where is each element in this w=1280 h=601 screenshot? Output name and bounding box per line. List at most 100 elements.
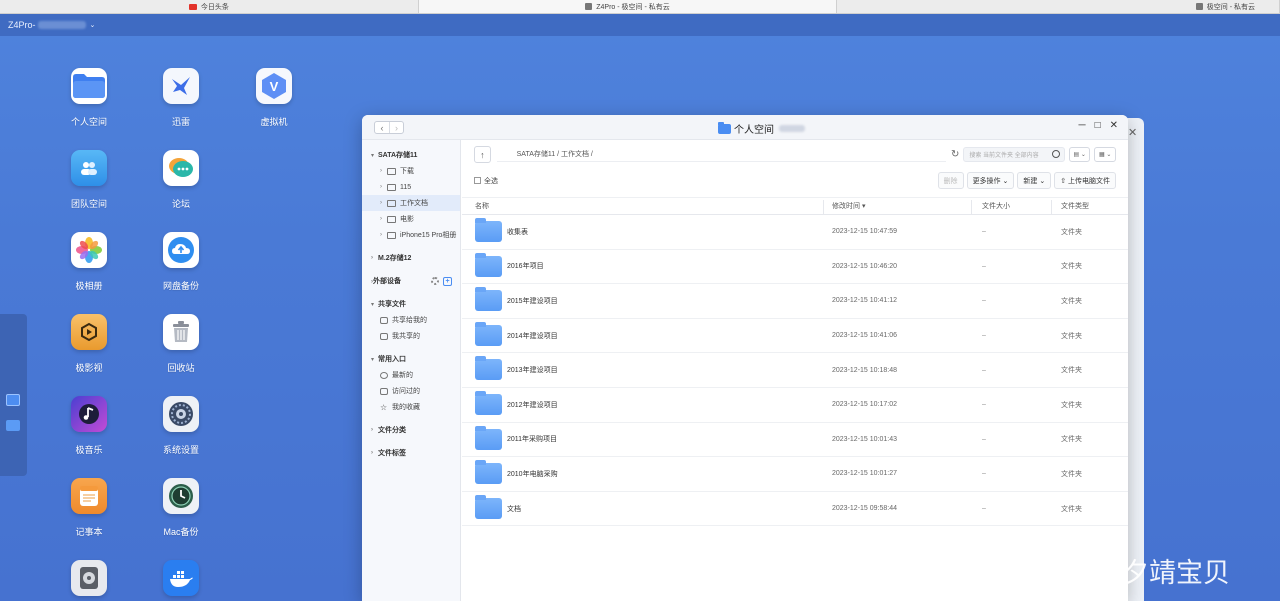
- sidebar-item-favorites[interactable]: ☆ 我的收藏: [362, 399, 460, 415]
- sidebar-file-categories[interactable]: › 文件分类: [362, 422, 460, 438]
- sidebar-item-label: 115: [400, 183, 412, 191]
- up-button[interactable]: ↑: [474, 146, 491, 163]
- upload-button[interactable]: ⇧ 上传电脑文件: [1054, 172, 1116, 189]
- desktop-icon-recycle-bin[interactable]: 回收站: [141, 314, 221, 374]
- desktop-icon-system-settings[interactable]: 系统设置: [141, 396, 221, 456]
- browser-tab-strip: 今日头条 Z4Pro - 极空间 - 私有云 极空间 - 私有云: [0, 0, 1280, 14]
- sidebar-storage-sata[interactable]: ▾ SATA存储11: [362, 147, 460, 163]
- column-divider[interactable]: [971, 200, 972, 214]
- sidebar-external-devices[interactable]: ›外部设备 +: [362, 273, 460, 289]
- sidebar-item-label: M.2存储12: [378, 255, 412, 262]
- column-header-type[interactable]: 文件类型: [1061, 201, 1089, 211]
- add-icon[interactable]: +: [443, 276, 452, 286]
- more-actions-button[interactable]: 更多操作 ⌄: [966, 172, 1015, 189]
- sidebar-item-label: 工作文档: [400, 200, 428, 207]
- table-row[interactable]: 2016年项目 2023-12-15 10:46:20 – 文件夹: [462, 250, 1128, 285]
- desktop-icon-label: 系统设置: [162, 445, 199, 455]
- browser-tab-z4pro[interactable]: Z4Pro - 极空间 - 私有云: [418, 0, 838, 13]
- column-divider[interactable]: [823, 200, 824, 214]
- new-button[interactable]: 新建 ⌄: [1017, 172, 1052, 189]
- table-row[interactable]: 收集表 2023-12-15 10:47:59 – 文件夹: [462, 215, 1128, 250]
- file-type: 文件夹: [1061, 263, 1082, 271]
- file-size: –: [982, 366, 986, 374]
- search-icon[interactable]: [1051, 150, 1060, 158]
- desktop-icon-mac-backup[interactable]: Mac备份: [141, 478, 221, 538]
- table-row[interactable]: 2015年建设项目 2023-12-15 10:41:12 – 文件夹: [462, 284, 1128, 319]
- title-redacted: [779, 125, 805, 132]
- sidebar-storage-m2[interactable]: › M.2存储12: [362, 250, 460, 266]
- dock-photo-icon[interactable]: [6, 394, 20, 406]
- column-divider[interactable]: [1051, 200, 1052, 214]
- sidebar-folder-movies[interactable]: › 电影: [362, 211, 460, 227]
- column-header-size[interactable]: 文件大小: [982, 201, 1010, 211]
- breadcrumb[interactable]: SATA存储11 / 工作文档 /: [496, 147, 946, 162]
- desktop-icon-label: 虚拟机: [260, 117, 288, 127]
- file-type: 文件夹: [1061, 297, 1082, 305]
- desktop-icon-cloud-backup[interactable]: 网盘备份: [141, 232, 221, 292]
- folder-outline-icon: [387, 215, 396, 223]
- desktop-icon-team-space[interactable]: 团队空间: [49, 150, 129, 210]
- table-row[interactable]: 2013年建设项目 2023-12-15 10:18:48 – 文件夹: [462, 353, 1128, 388]
- sidebar-folder-work-docs[interactable]: › 工作文档: [362, 195, 460, 211]
- column-header-name[interactable]: 名称: [475, 201, 489, 211]
- desktop-icon-label: 网盘备份: [162, 281, 199, 291]
- minimize-button[interactable]: ─: [1078, 120, 1085, 131]
- close-button[interactable]: ✕: [1110, 120, 1118, 131]
- sidebar-item-shared-with-me[interactable]: 共享给我的: [362, 312, 460, 328]
- desktop-icon-xunlei[interactable]: 迅雷: [141, 68, 221, 128]
- sidebar-shared-files[interactable]: ▾ 共享文件: [362, 296, 460, 312]
- desktop-icon-disk[interactable]: [49, 560, 129, 596]
- refresh-icon[interactable]: ↻: [951, 149, 959, 160]
- sidebar-folder-115[interactable]: › 115: [362, 179, 460, 195]
- chevron-down-icon: ▾: [371, 152, 375, 159]
- sidebar-folder-iphone-album[interactable]: › iPhone15 Pro相册: [362, 227, 460, 243]
- time-machine-icon: [163, 478, 199, 514]
- browser-tab-toutiao[interactable]: 今日头条: [0, 0, 419, 13]
- file-size: –: [982, 332, 986, 340]
- chevron-down-icon[interactable]: ⌄: [90, 21, 96, 29]
- device-name[interactable]: Z4Pro-: [8, 20, 36, 30]
- table-row[interactable]: 2012年建设项目 2023-12-15 10:17:02 – 文件夹: [462, 388, 1128, 423]
- folder-outline-icon: [387, 183, 396, 191]
- desktop-icon-personal-space[interactable]: 个人空间: [49, 68, 129, 128]
- sidebar-item-my-shares[interactable]: 我共享的: [362, 328, 460, 344]
- table-row[interactable]: 2014年建设项目 2023-12-15 10:41:06 – 文件夹: [462, 319, 1128, 354]
- desktop-icon-photos[interactable]: 极相册: [49, 232, 129, 292]
- desktop-icon-docker[interactable]: [141, 560, 221, 596]
- chevron-down-icon: ▾: [371, 301, 375, 308]
- back-button[interactable]: ‹: [375, 122, 389, 133]
- search-input[interactable]: 搜索 当前文件夹 全部内容: [963, 147, 1065, 162]
- desktop-icon-forum[interactable]: 论坛: [141, 150, 221, 210]
- sidebar-item-visited[interactable]: 访问过的: [362, 383, 460, 399]
- window-titlebar[interactable]: ‹ › 个人空间 ─ □ ✕: [362, 115, 1128, 140]
- folder-icon: [475, 321, 502, 346]
- delete-button[interactable]: 删除: [937, 172, 964, 189]
- desktop-icon-notepad[interactable]: 记事本: [49, 478, 129, 538]
- file-size: –: [982, 435, 986, 443]
- file-modified: 2023-12-15 10:41:12: [832, 297, 897, 305]
- sidebar-item-recent[interactable]: 最新的: [362, 367, 460, 383]
- sidebar-quick-access[interactable]: ▾ 常用入口: [362, 351, 460, 367]
- browser-tab-zspace[interactable]: 极空间 - 私有云: [837, 0, 1280, 13]
- desktop-icon-music[interactable]: 极音乐: [49, 396, 129, 456]
- table-row[interactable]: 2011年采购项目 2023-12-15 10:01:43 – 文件夹: [462, 423, 1128, 458]
- close-icon[interactable]: ✕: [1128, 126, 1137, 139]
- folder-icon: [475, 252, 502, 277]
- table-row[interactable]: 文档 2023-12-15 09:58:44 – 文件夹: [462, 492, 1128, 527]
- view-mode-button[interactable]: ▦ ⌄: [1094, 147, 1116, 162]
- filter-button[interactable]: ▤ ⌄: [1068, 147, 1091, 162]
- file-size: –: [982, 470, 986, 478]
- select-all-checkbox[interactable]: 全选: [474, 176, 498, 186]
- sidebar-folder-download[interactable]: › 下载: [362, 163, 460, 179]
- column-header-modified[interactable]: 修改时间 ▾: [832, 201, 865, 211]
- table-row[interactable]: 2010年电脑采购 2023-12-15 10:01:27 – 文件夹: [462, 457, 1128, 492]
- sidebar-file-tags[interactable]: › 文件标签: [362, 445, 460, 461]
- dock-folder-icon[interactable]: [6, 420, 20, 431]
- gear-icon[interactable]: [431, 277, 439, 285]
- desktop-icon-video[interactable]: 极影视: [49, 314, 129, 374]
- desktop-icon-vm[interactable]: V 虚拟机: [234, 68, 314, 128]
- file-name: 2016年项目: [507, 263, 544, 271]
- maximize-button[interactable]: □: [1095, 120, 1101, 131]
- folder-outline-icon: [387, 231, 396, 239]
- forward-button[interactable]: ›: [389, 122, 403, 133]
